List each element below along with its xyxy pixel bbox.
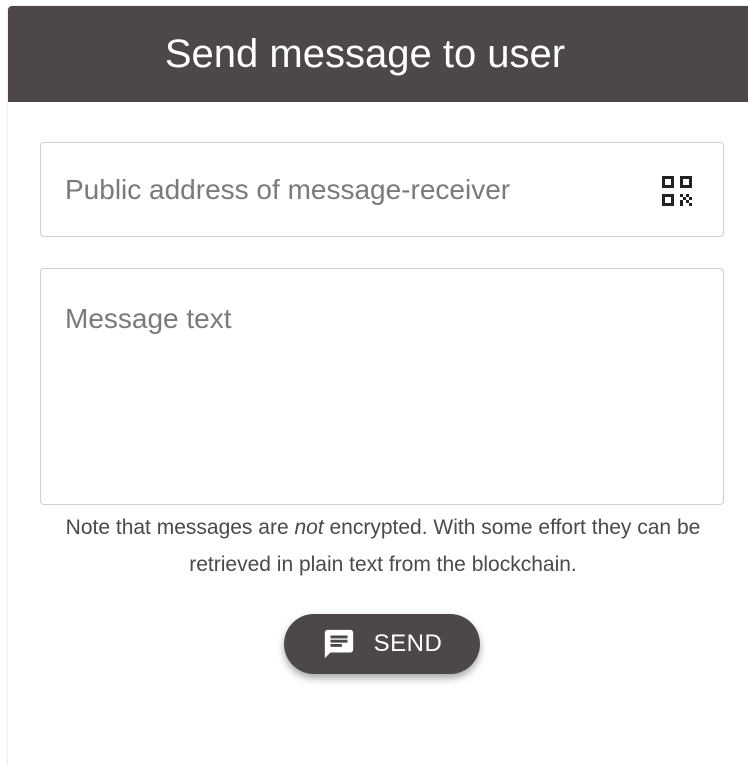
message-text-input[interactable] — [65, 303, 695, 483]
message-text-field — [40, 268, 724, 505]
send-button-label: SEND — [373, 630, 443, 657]
receiver-address-field — [40, 142, 724, 237]
dialog-header: Send message to user — [8, 6, 748, 102]
send-button[interactable]: SEND — [284, 614, 480, 674]
receiver-address-input[interactable] — [65, 143, 625, 236]
message-icon — [322, 627, 356, 661]
note-text-before: Note that messages are — [65, 516, 295, 539]
encryption-note: Note that messages are not encrypted. Wi… — [28, 509, 738, 583]
send-message-dialog: Send message to user Note tha — [8, 6, 748, 766]
dialog-title: Send message to user — [164, 31, 566, 76]
note-emphasis: not — [294, 516, 324, 539]
qr-code-icon[interactable] — [659, 173, 695, 209]
